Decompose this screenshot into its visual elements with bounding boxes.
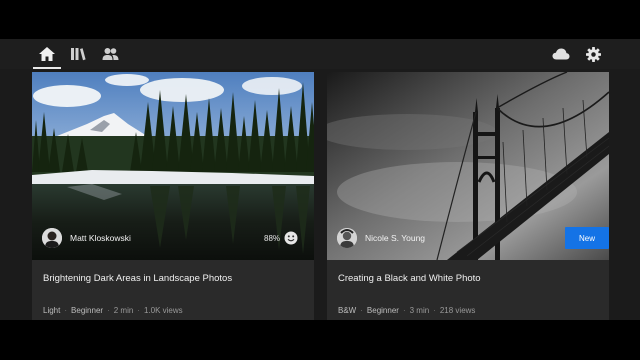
new-badge[interactable]: New — [565, 227, 609, 249]
people-icon — [102, 48, 118, 60]
top-nav-bar — [0, 39, 640, 69]
tutorial-card[interactable]: Matt Kloskowski 88% Brightening Dark Are… — [32, 72, 314, 320]
home-icon — [39, 47, 55, 61]
library-tab[interactable] — [65, 44, 91, 64]
level-label: Beginner — [71, 306, 104, 315]
tutorial-title[interactable]: Creating a Black and White Photo — [338, 273, 481, 284]
author-info: Matt Kloskowski — [42, 228, 131, 248]
duration-label: 2 min — [113, 306, 134, 315]
author-name: Nicole S. Young — [365, 233, 426, 243]
cloud-icon — [552, 48, 570, 60]
level-label: Beginner — [366, 306, 399, 315]
category-label: B&W — [338, 306, 357, 315]
category-label: Light — [43, 306, 61, 315]
tutorial-title[interactable]: Brightening Dark Areas in Landscape Phot… — [43, 273, 232, 284]
author-name: Matt Kloskowski — [70, 233, 131, 243]
author-info: Nicole S. Young — [337, 228, 425, 248]
rating-percent: 88% — [264, 234, 281, 243]
views-label: 218 views — [439, 306, 476, 315]
tutorial-meta: B&W · Beginner · 3 min · 218 views — [338, 306, 476, 315]
tutorial-card[interactable]: Nicole S. Young New Creating a Black and… — [327, 72, 609, 320]
gear-icon — [585, 46, 601, 62]
tutorial-meta: Light · Beginner · 2 min · 1.0K views — [43, 306, 183, 315]
settings-button[interactable] — [580, 44, 606, 64]
avatar — [42, 228, 62, 248]
active-tab-indicator — [33, 67, 61, 69]
people-tab[interactable] — [97, 44, 123, 64]
app-window: Matt Kloskowski 88% Brightening Dark Are… — [0, 39, 640, 320]
library-icon — [71, 48, 86, 61]
home-tab[interactable] — [34, 44, 60, 64]
views-label: 1.0K views — [143, 306, 183, 315]
cloud-sync-button[interactable] — [548, 44, 574, 64]
duration-label: 3 min — [409, 306, 430, 315]
smiley-icon — [284, 231, 298, 245]
avatar — [337, 228, 357, 248]
